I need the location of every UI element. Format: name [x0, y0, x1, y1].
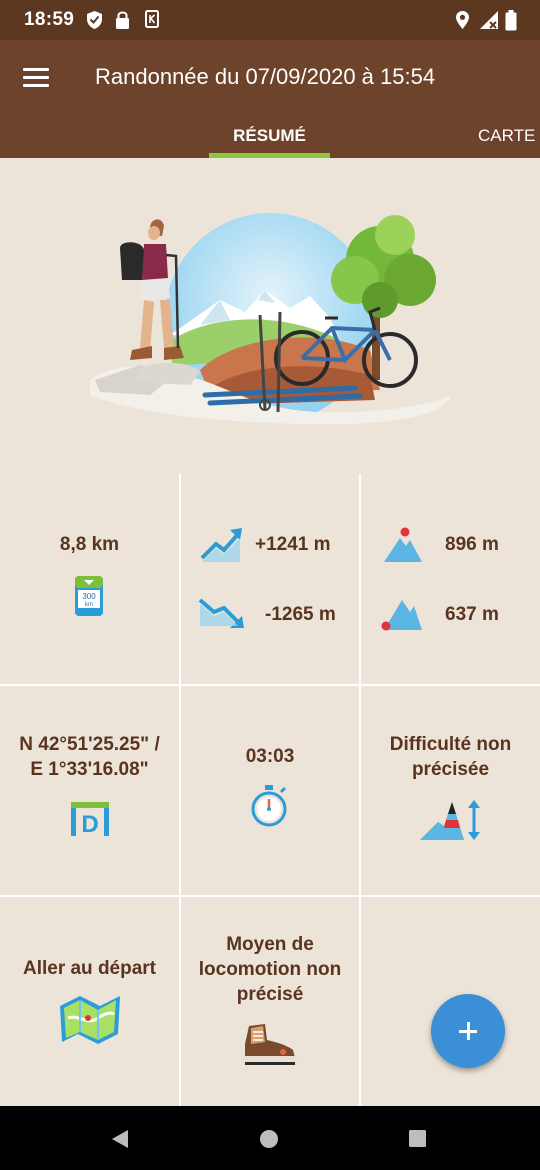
difficulty-line2: précisée: [411, 759, 490, 780]
locomotion-line2: locomotion non: [198, 959, 342, 980]
difficulty-icon: [420, 800, 480, 840]
grid-divider: [0, 684, 540, 686]
svg-text:D: D: [81, 811, 98, 838]
svg-text:km: km: [85, 602, 93, 608]
back-icon[interactable]: [110, 1129, 130, 1149]
signal-icon: [480, 11, 498, 29]
status-time: 18:59: [24, 9, 75, 30]
add-button[interactable]: [431, 994, 505, 1068]
grid-divider: [179, 474, 181, 1106]
duration-value: 03:03: [245, 746, 295, 767]
altitude-min-value: 637 m: [445, 604, 499, 625]
locomotion-line3: précisé: [236, 984, 304, 1005]
distance-marker-icon: 300 km: [75, 576, 103, 616]
lock-icon: [116, 11, 129, 29]
altitude-max-icon: [384, 527, 422, 562]
locomotion-line1: Moyen de: [226, 934, 314, 955]
stopwatch-icon: [251, 785, 287, 827]
coordinates-line1: N 42°51'25.25" /: [19, 734, 160, 755]
start-point-icon: D: [71, 802, 109, 838]
svg-text:300: 300: [82, 592, 96, 601]
elevation-gain-icon: [200, 528, 242, 562]
hiking-boot-icon: [243, 1024, 297, 1065]
elevation-loss-value: -1265 m: [265, 604, 336, 625]
distance-value: 8,8 km: [59, 534, 120, 555]
hiker-bike-skis-illustration: [90, 213, 452, 425]
go-to-start-button[interactable]: Aller au départ: [0, 956, 179, 981]
coordinates-line2: E 1°33'16.08": [30, 759, 149, 780]
k-notification-icon: [145, 10, 159, 28]
home-icon[interactable]: [259, 1129, 279, 1149]
grid-divider: [359, 474, 361, 1106]
system-nav-bar: [0, 1106, 540, 1170]
hamburger-menu-icon[interactable]: [20, 62, 54, 92]
altitude-max-value: 896 m: [445, 534, 499, 555]
battery-icon: [505, 10, 517, 31]
location-icon: [456, 11, 469, 29]
map-icon[interactable]: [58, 988, 122, 1050]
altitude-min-icon: [381, 600, 422, 631]
page-title: Randonnée du 07/09/2020 à 15:54: [95, 64, 436, 89]
difficulty-line1: Difficulté non: [389, 734, 512, 755]
app-bar: Randonnée du 07/09/2020 à 15:54 RÉSUMÉ C…: [0, 40, 540, 158]
tab-resume[interactable]: RÉSUMÉ: [209, 126, 330, 146]
tab-carte[interactable]: CARTE: [478, 126, 535, 146]
shield-icon: [87, 11, 102, 29]
status-bar: 18:59: [0, 0, 540, 40]
active-tab-indicator: [209, 153, 330, 158]
recents-icon[interactable]: [408, 1129, 427, 1148]
elevation-gain-value: +1241 m: [255, 534, 331, 555]
elevation-loss-icon: [198, 598, 244, 628]
grid-divider: [0, 895, 540, 897]
